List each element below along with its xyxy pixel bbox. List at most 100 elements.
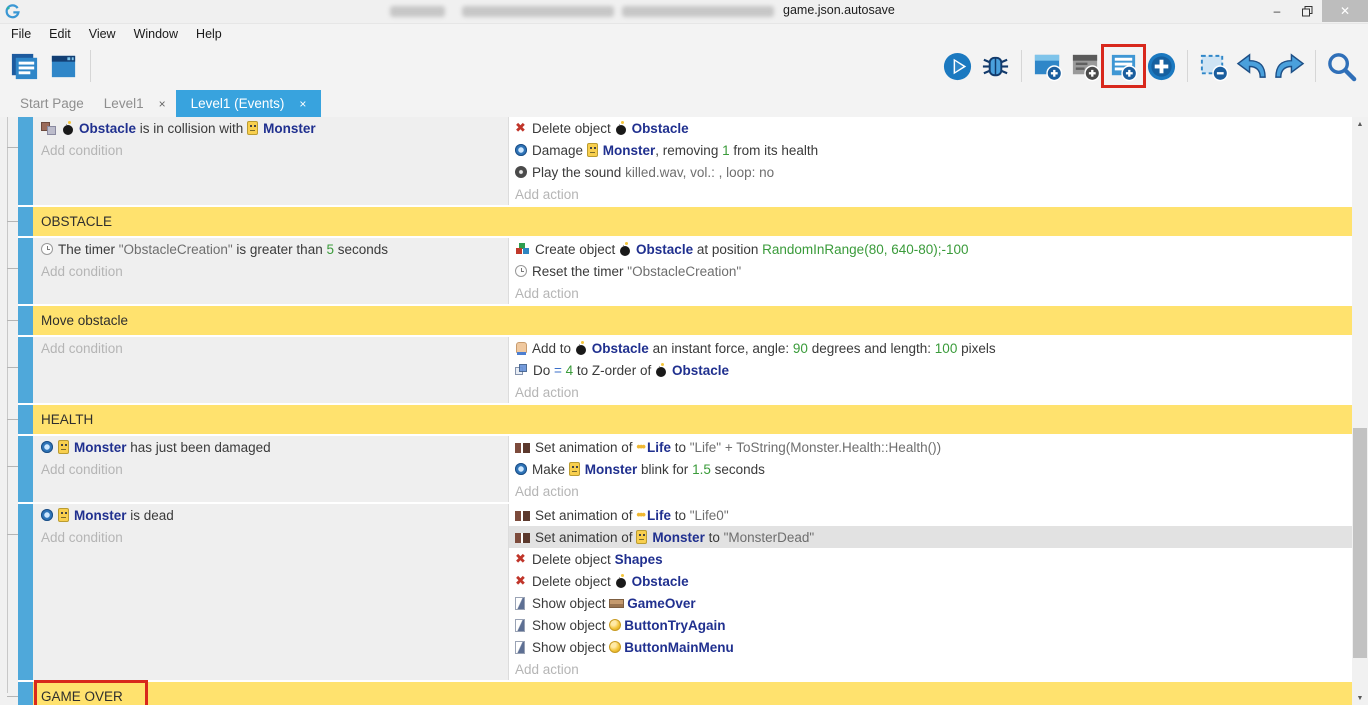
event-selection-bar[interactable]: [18, 337, 33, 403]
action-line[interactable]: Show object GameOver: [515, 592, 1352, 614]
add-scene-button-icon[interactable]: [1031, 50, 1064, 83]
action-line[interactable]: Add action: [515, 282, 1352, 304]
action-line[interactable]: Set animation of Monster to "MonsterDead…: [509, 526, 1352, 548]
action-line[interactable]: Add action: [515, 658, 1352, 680]
text-segment: "ObstacleCreation": [119, 242, 233, 257]
conditions-column[interactable]: Obstacle is in collision with MonsterAdd…: [33, 117, 508, 205]
redo-button-icon[interactable]: [1273, 50, 1306, 83]
add-circle-button-icon[interactable]: [1145, 50, 1178, 83]
group-header[interactable]: Move obstacle: [33, 306, 1352, 335]
actions-column[interactable]: Set animation of •••Life to "Life0"Set a…: [508, 504, 1352, 680]
action-line[interactable]: Play the sound killed.wav, vol.: , loop:…: [515, 161, 1352, 183]
event-group-row: HEALTH: [18, 405, 1352, 434]
condition-line[interactable]: Add condition: [41, 458, 508, 480]
condition-line[interactable]: Monster is dead: [41, 504, 508, 526]
menu-view[interactable]: View: [80, 27, 125, 41]
action-line[interactable]: Damage Monster, removing 1 from its heal…: [515, 139, 1352, 161]
action-line[interactable]: ✖Delete object Shapes: [515, 548, 1352, 570]
scroll-up-icon[interactable]: ▲: [1352, 117, 1368, 131]
event-group-row: Move obstacle: [18, 306, 1352, 335]
life-icon: •••: [636, 508, 644, 522]
event-selection-bar[interactable]: [18, 238, 33, 304]
event-selection-bar[interactable]: [18, 117, 33, 205]
menu-help[interactable]: Help: [187, 27, 231, 41]
event-selection-bar[interactable]: [18, 682, 33, 705]
search-button-icon[interactable]: [1325, 50, 1358, 83]
actions-column[interactable]: Set animation of •••Life to "Life" + ToS…: [508, 436, 1352, 502]
events-sheet-icon[interactable]: [8, 50, 41, 83]
conditions-column[interactable]: Add condition: [33, 337, 508, 403]
scroll-down-icon[interactable]: ▼: [1352, 691, 1368, 705]
action-line[interactable]: Show object ButtonTryAgain: [515, 614, 1352, 636]
actions-column[interactable]: ✖Delete object ObstacleDamage Monster, r…: [508, 117, 1352, 205]
text-segment: Set animation of: [535, 508, 636, 523]
text-segment: Monster: [74, 508, 127, 523]
close-button[interactable]: ✕: [1322, 0, 1368, 22]
vertical-scrollbar[interactable]: ▲ ▼: [1352, 117, 1368, 705]
debug-button-icon[interactable]: [979, 50, 1012, 83]
event-selection-bar[interactable]: [18, 306, 33, 335]
action-line[interactable]: Make Monster blink for 1.5 seconds: [515, 458, 1352, 480]
bomb-icon: [575, 341, 587, 355]
toolbar-right-group: [941, 50, 1368, 83]
action-line[interactable]: Add action: [515, 480, 1352, 502]
deselect-button-icon[interactable]: [1197, 50, 1230, 83]
conditions-column[interactable]: Monster is deadAdd condition: [33, 504, 508, 680]
tree-tick-icon: [7, 147, 18, 148]
group-header[interactable]: OBSTACLE: [33, 207, 1352, 236]
action-line[interactable]: Show object ButtonMainMenu: [515, 636, 1352, 658]
action-line[interactable]: Add to Obstacle an instant force, angle:…: [515, 337, 1352, 359]
action-line[interactable]: Create object Obstacle at position Rando…: [515, 238, 1352, 260]
conditions-column[interactable]: Monster has just been damagedAdd conditi…: [33, 436, 508, 502]
undo-button-icon[interactable]: [1235, 50, 1268, 83]
actions-column[interactable]: Create object Obstacle at position Rando…: [508, 238, 1352, 304]
event-selection-bar[interactable]: [18, 405, 33, 434]
condition-line[interactable]: Monster has just been damaged: [41, 436, 508, 458]
tab-level1-events[interactable]: Level1 (Events)×: [176, 90, 322, 117]
text-segment: from its health: [730, 143, 819, 158]
text-segment: to: [705, 530, 724, 545]
scene-editor-icon[interactable]: [47, 50, 80, 83]
close-tab-icon[interactable]: ×: [299, 97, 306, 111]
action-line[interactable]: Do = 4 to Z-order of Obstacle: [515, 359, 1352, 381]
text-segment: "MonsterDead": [724, 530, 815, 545]
close-tab-icon[interactable]: ×: [159, 97, 166, 111]
toolbar-separator: [90, 50, 91, 82]
text-segment: Obstacle: [592, 341, 649, 356]
event-selection-bar[interactable]: [18, 504, 33, 680]
play-button-icon[interactable]: [941, 50, 974, 83]
tab-start-page[interactable]: Start Page: [10, 90, 94, 117]
menu-edit[interactable]: Edit: [40, 27, 80, 41]
condition-line[interactable]: Add condition: [41, 260, 508, 282]
add-external-events-button-icon[interactable]: [1069, 50, 1102, 83]
restore-button[interactable]: [1292, 0, 1322, 22]
tab-level1[interactable]: Level1×: [94, 90, 176, 117]
menu-file[interactable]: File: [2, 27, 40, 41]
scrollbar-thumb[interactable]: [1353, 428, 1367, 658]
action-line[interactable]: Set animation of •••Life to "Life0": [515, 504, 1352, 526]
condition-line[interactable]: Obstacle is in collision with Monster: [41, 117, 508, 139]
condition-line[interactable]: The timer "ObstacleCreation" is greater …: [41, 238, 508, 260]
group-header[interactable]: HEALTH: [33, 405, 1352, 434]
conditions-column[interactable]: The timer "ObstacleCreation" is greater …: [33, 238, 508, 304]
action-line[interactable]: Add action: [515, 183, 1352, 205]
menu-window[interactable]: Window: [125, 27, 187, 41]
action-line[interactable]: Set animation of •••Life to "Life" + ToS…: [515, 436, 1352, 458]
action-line[interactable]: Add action: [515, 381, 1352, 403]
text-segment: "Life0": [690, 508, 729, 523]
monster-icon: [58, 508, 69, 522]
event-selection-bar[interactable]: [18, 207, 33, 236]
minimize-button[interactable]: –: [1262, 0, 1292, 22]
condition-line[interactable]: Add condition: [41, 526, 508, 548]
action-line[interactable]: ✖Delete object Obstacle: [515, 570, 1352, 592]
add-event-button-icon[interactable]: [1107, 50, 1140, 83]
condition-line[interactable]: Add condition: [41, 139, 508, 161]
tree-tick-icon: [7, 320, 18, 321]
action-line[interactable]: ✖Delete object Obstacle: [515, 117, 1352, 139]
group-header[interactable]: GAME OVER: [33, 682, 1352, 705]
event-selection-bar[interactable]: [18, 436, 33, 502]
condition-line[interactable]: Add condition: [41, 337, 508, 359]
action-line[interactable]: Reset the timer "ObstacleCreation": [515, 260, 1352, 282]
event-group-row: OBSTACLE: [18, 207, 1352, 236]
actions-column[interactable]: Add to Obstacle an instant force, angle:…: [508, 337, 1352, 403]
